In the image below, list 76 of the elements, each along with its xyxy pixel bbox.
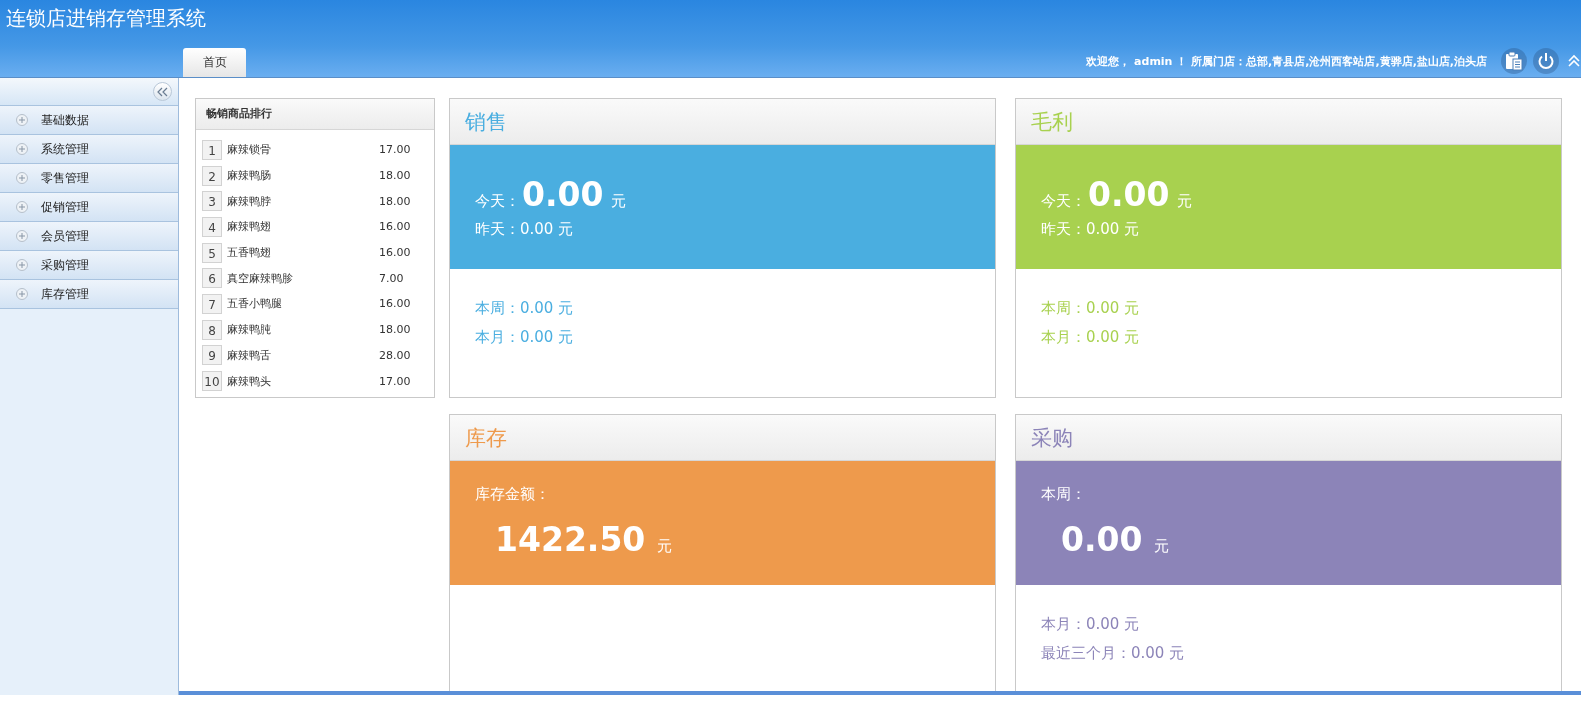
sidebar-item[interactable]: 采购管理 xyxy=(0,251,178,280)
card-title: 采购 xyxy=(1016,415,1561,461)
product-price: 16.00 xyxy=(379,297,411,311)
sidebar-item[interactable]: 会员管理 xyxy=(0,222,178,251)
rank-number: 2 xyxy=(202,165,222,186)
plus-icon xyxy=(16,201,28,213)
product-name: 真空麻辣鸭胗 xyxy=(227,270,294,286)
product-price: 16.00 xyxy=(379,220,411,234)
stat-label: 今天： xyxy=(475,192,520,211)
product-name: 麻辣鸭肫 xyxy=(227,322,272,338)
rank-number: 10 xyxy=(202,371,222,392)
sidebar-item[interactable]: 促销管理 xyxy=(0,193,178,222)
welcome-text: 欢迎您， admin ！ 所属门店：总部,青县店,沧州西客站店,黄骅店,盐山店,泊头店 xyxy=(1086,53,1487,69)
rank-number: 7 xyxy=(202,293,222,314)
rank-number: 8 xyxy=(202,319,222,340)
sidebar-item[interactable]: 库存管理 xyxy=(0,280,178,309)
product-name: 五香小鸭腿 xyxy=(227,296,283,312)
tab[interactable]: 首页 xyxy=(183,48,246,77)
rank-number: 9 xyxy=(202,345,222,366)
card-title: 销售 xyxy=(450,99,995,145)
stat-text: 本月：0.00 元 xyxy=(1041,615,1141,634)
card-title: 毛利 xyxy=(1016,99,1561,145)
stat-label: 库存金额： xyxy=(475,485,551,504)
rank-number: 5 xyxy=(202,242,222,263)
plus-icon xyxy=(16,288,28,300)
product-name: 五香鸭翅 xyxy=(227,245,272,261)
plus-icon xyxy=(16,114,28,126)
rank-number: 3 xyxy=(202,191,222,212)
stat-text: 本周：0.00 元 xyxy=(1041,299,1141,318)
panel-title: 畅销商品排行 xyxy=(196,99,434,130)
product-name: 麻辣锁骨 xyxy=(227,142,272,158)
plus-icon xyxy=(16,172,28,184)
unit-label: 元 xyxy=(1154,537,1170,556)
power-icon[interactable] xyxy=(1533,48,1559,74)
stat-text: 最近三个月：0.00 元 xyxy=(1041,644,1186,663)
rank-number: 4 xyxy=(202,216,222,237)
stat-value: 0.00 xyxy=(1061,520,1143,559)
stat-label: 今天： xyxy=(1041,192,1086,211)
product-price: 18.00 xyxy=(379,323,411,337)
product-price: 18.00 xyxy=(379,194,411,208)
collapse-icon[interactable] xyxy=(153,82,172,101)
clipboard-icon[interactable] xyxy=(1501,48,1527,74)
stat-value: 0.00 xyxy=(522,175,604,214)
product-name: 麻辣鸭舌 xyxy=(227,347,272,363)
product-price: 28.00 xyxy=(379,348,411,362)
product-price: 7.00 xyxy=(379,271,404,285)
product-name: 麻辣鸭头 xyxy=(227,373,272,389)
product-name: 麻辣鸭翅 xyxy=(227,219,272,235)
sidebar-item[interactable]: 系统管理 xyxy=(0,135,178,164)
stat-value: 1422.50 xyxy=(495,520,646,559)
stat-text: 本月：0.00 元 xyxy=(475,328,575,347)
product-name: 麻辣鸭脖 xyxy=(227,193,272,209)
stat-text: 昨天：0.00 元 xyxy=(475,220,575,239)
stat-text: 本月：0.00 元 xyxy=(1041,328,1141,347)
unit-label: 元 xyxy=(611,192,627,211)
card-title: 库存 xyxy=(450,415,995,461)
chevrons-up-icon[interactable] xyxy=(1567,53,1581,69)
product-price: 16.00 xyxy=(379,246,411,260)
stat-value: 0.00 xyxy=(1088,175,1170,214)
app-title: 连锁店进销存管理系统 xyxy=(5,5,206,31)
product-price: 17.00 xyxy=(379,374,411,388)
plus-icon xyxy=(16,259,28,271)
product-price: 18.00 xyxy=(379,169,411,183)
rank-number: 6 xyxy=(202,268,222,289)
rank-number: 1 xyxy=(202,139,222,160)
sidebar-item[interactable]: 基础数据 xyxy=(0,106,178,135)
stat-label: 本周： xyxy=(1041,485,1087,504)
stat-text: 本周：0.00 元 xyxy=(475,299,575,318)
plus-icon xyxy=(16,143,28,155)
unit-label: 元 xyxy=(1177,192,1193,211)
stat-text: 昨天：0.00 元 xyxy=(1041,220,1141,239)
product-price: 17.00 xyxy=(379,143,411,157)
plus-icon xyxy=(16,230,28,242)
product-name: 麻辣鸭肠 xyxy=(227,168,272,184)
unit-label: 元 xyxy=(657,537,673,556)
sidebar-item[interactable]: 零售管理 xyxy=(0,164,178,193)
